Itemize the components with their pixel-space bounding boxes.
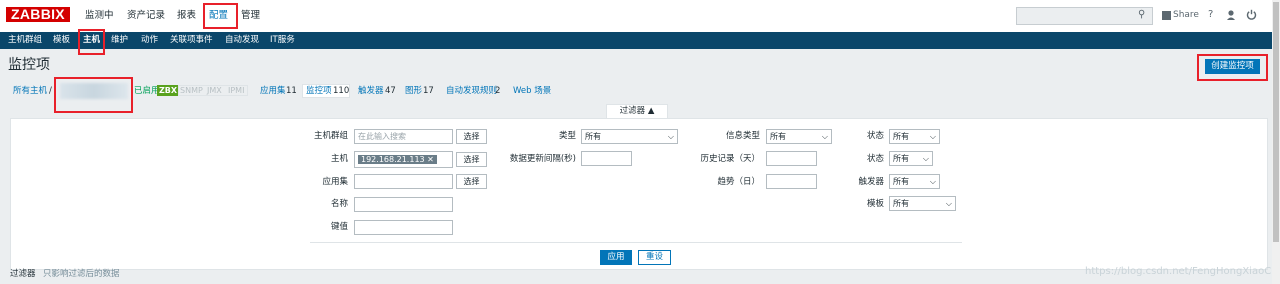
state-select-1[interactable]: 所有 ⌵	[889, 129, 940, 144]
state-label-1: 状态	[866, 131, 884, 141]
menu-monitoring[interactable]: 监测中	[85, 10, 114, 22]
discovery-count: 2	[495, 86, 501, 96]
application-label: 应用集	[322, 177, 348, 187]
search-icon[interactable]: ⚲	[1138, 9, 1145, 20]
application-input[interactable]	[354, 174, 453, 189]
triggers-count: 47	[385, 86, 396, 96]
host-status[interactable]: 已启用	[134, 86, 160, 97]
breadcrumb-web-scenarios[interactable]: Web 场景	[513, 86, 551, 97]
history-input[interactable]	[766, 151, 817, 166]
jmx-badge: JMX	[207, 86, 222, 95]
breadcrumb-items[interactable]: 监控项	[306, 86, 332, 97]
state-label-2: 状态	[866, 154, 884, 164]
snmp-badge: SNMP	[180, 86, 203, 95]
type-label: 类型	[558, 131, 576, 141]
state-select-2[interactable]: 所有 ⌵	[889, 151, 933, 166]
footer-filter-label: 过滤器	[10, 269, 36, 279]
key-input[interactable]	[354, 220, 453, 235]
search-input[interactable]	[1016, 7, 1153, 25]
sub-menu-host-groups[interactable]: 主机群组	[8, 35, 42, 46]
highlight-configuration	[203, 3, 238, 29]
application-select-button[interactable]: 选择	[456, 174, 487, 189]
trends-label: 趋势（日）	[717, 177, 760, 187]
template-value: 所有	[893, 199, 909, 208]
chevron-down-icon: ⌵	[821, 132, 828, 141]
breadcrumb-discovery-rules[interactable]: 自动发现规则	[446, 86, 497, 97]
sub-menu-discovery[interactable]: 自动发现	[225, 35, 259, 46]
applications-count: 11	[286, 86, 297, 96]
share-link[interactable]: Share	[1173, 10, 1199, 20]
chevron-down-icon: ⌵	[922, 154, 929, 163]
template-label: 模板	[866, 199, 884, 209]
state-value-1: 所有	[893, 132, 909, 141]
sub-menu-correlation[interactable]: 关联项事件	[170, 35, 213, 46]
host-input[interactable]: 192.168.21.113 ✕	[354, 151, 453, 168]
host-label: 主机	[330, 154, 348, 164]
apply-button[interactable]: 应用	[600, 250, 632, 265]
reset-button[interactable]: 重设	[638, 250, 671, 265]
filter-tab[interactable]: 过滤器 ▲	[606, 104, 668, 118]
highlight-create-button	[1197, 54, 1268, 81]
name-label: 名称	[330, 199, 348, 209]
breadcrumb-graphs[interactable]: 图形	[405, 86, 422, 97]
menu-reports[interactable]: 报表	[177, 10, 196, 22]
trends-input[interactable]	[766, 174, 817, 189]
history-label: 历史记录（天）	[700, 154, 760, 164]
chevron-down-icon: ⌵	[929, 177, 936, 186]
type-select[interactable]: 所有 ⌵	[581, 129, 678, 144]
breadcrumb-separator: /	[49, 86, 52, 96]
state-value-2: 所有	[893, 154, 909, 163]
graphs-count: 17	[423, 86, 434, 96]
sub-menu-maintenance[interactable]: 维护	[111, 35, 128, 46]
sub-menu-it-services[interactable]: IT服务	[270, 35, 295, 46]
scrollbar-thumb[interactable]	[1273, 2, 1279, 242]
highlight-host-name	[54, 77, 133, 113]
template-select[interactable]: 所有 ⌵	[889, 196, 956, 211]
host-select-button[interactable]: 选择	[456, 152, 487, 167]
zabbix-logo[interactable]: ZABBIX	[6, 7, 70, 22]
info-type-value: 所有	[770, 132, 786, 141]
triggers-value: 所有	[893, 177, 909, 186]
items-count: 110	[333, 86, 350, 96]
footer-note: 只影响过滤后的数据	[43, 269, 120, 279]
breadcrumb-triggers[interactable]: 触发器	[358, 86, 384, 97]
breadcrumb-all-hosts[interactable]: 所有主机	[13, 86, 47, 97]
power-icon[interactable]	[1246, 9, 1257, 20]
host-group-input[interactable]: 在此输入搜索	[354, 129, 453, 144]
key-label: 键值	[330, 222, 348, 232]
host-group-select-button[interactable]: 选择	[456, 129, 487, 144]
host-group-label: 主机群组	[313, 131, 348, 141]
name-input[interactable]	[354, 197, 453, 212]
chevron-down-icon: ⌵	[667, 132, 674, 141]
user-icon[interactable]	[1226, 9, 1236, 21]
menu-inventory[interactable]: 资产记录	[127, 10, 165, 22]
info-type-select[interactable]: 所有 ⌵	[766, 129, 832, 144]
menu-administration[interactable]: 管理	[241, 10, 260, 22]
sub-menu-templates[interactable]: 模板	[53, 35, 70, 46]
zbx-badge: ZBX	[157, 85, 180, 96]
host-chip[interactable]: 192.168.21.113 ✕	[358, 155, 437, 164]
triggers-label: 触发器	[858, 177, 884, 187]
ipmi-badge: IPMI	[228, 86, 245, 95]
type-value: 所有	[585, 132, 601, 141]
highlight-hosts	[78, 29, 105, 55]
filter-divider	[310, 242, 962, 243]
interval-input[interactable]	[581, 151, 632, 166]
chevron-down-icon: ⌵	[945, 199, 952, 208]
share-icon[interactable]	[1162, 11, 1171, 20]
triggers-select[interactable]: 所有 ⌵	[889, 174, 940, 189]
watermark: https://blog.csdn.net/FengHongXiaoChen	[1085, 266, 1280, 277]
host-group-placeholder: 在此输入搜索	[358, 132, 406, 141]
page-title: 监控项	[8, 57, 50, 73]
chevron-down-icon: ⌵	[929, 132, 936, 141]
sub-menu-actions[interactable]: 动作	[141, 35, 158, 46]
breadcrumb-applications[interactable]: 应用集	[260, 86, 286, 97]
interval-label: 数据更新间隔(秒)	[509, 154, 576, 164]
info-type-label: 信息类型	[725, 131, 760, 141]
help-icon[interactable]: ?	[1208, 9, 1213, 20]
